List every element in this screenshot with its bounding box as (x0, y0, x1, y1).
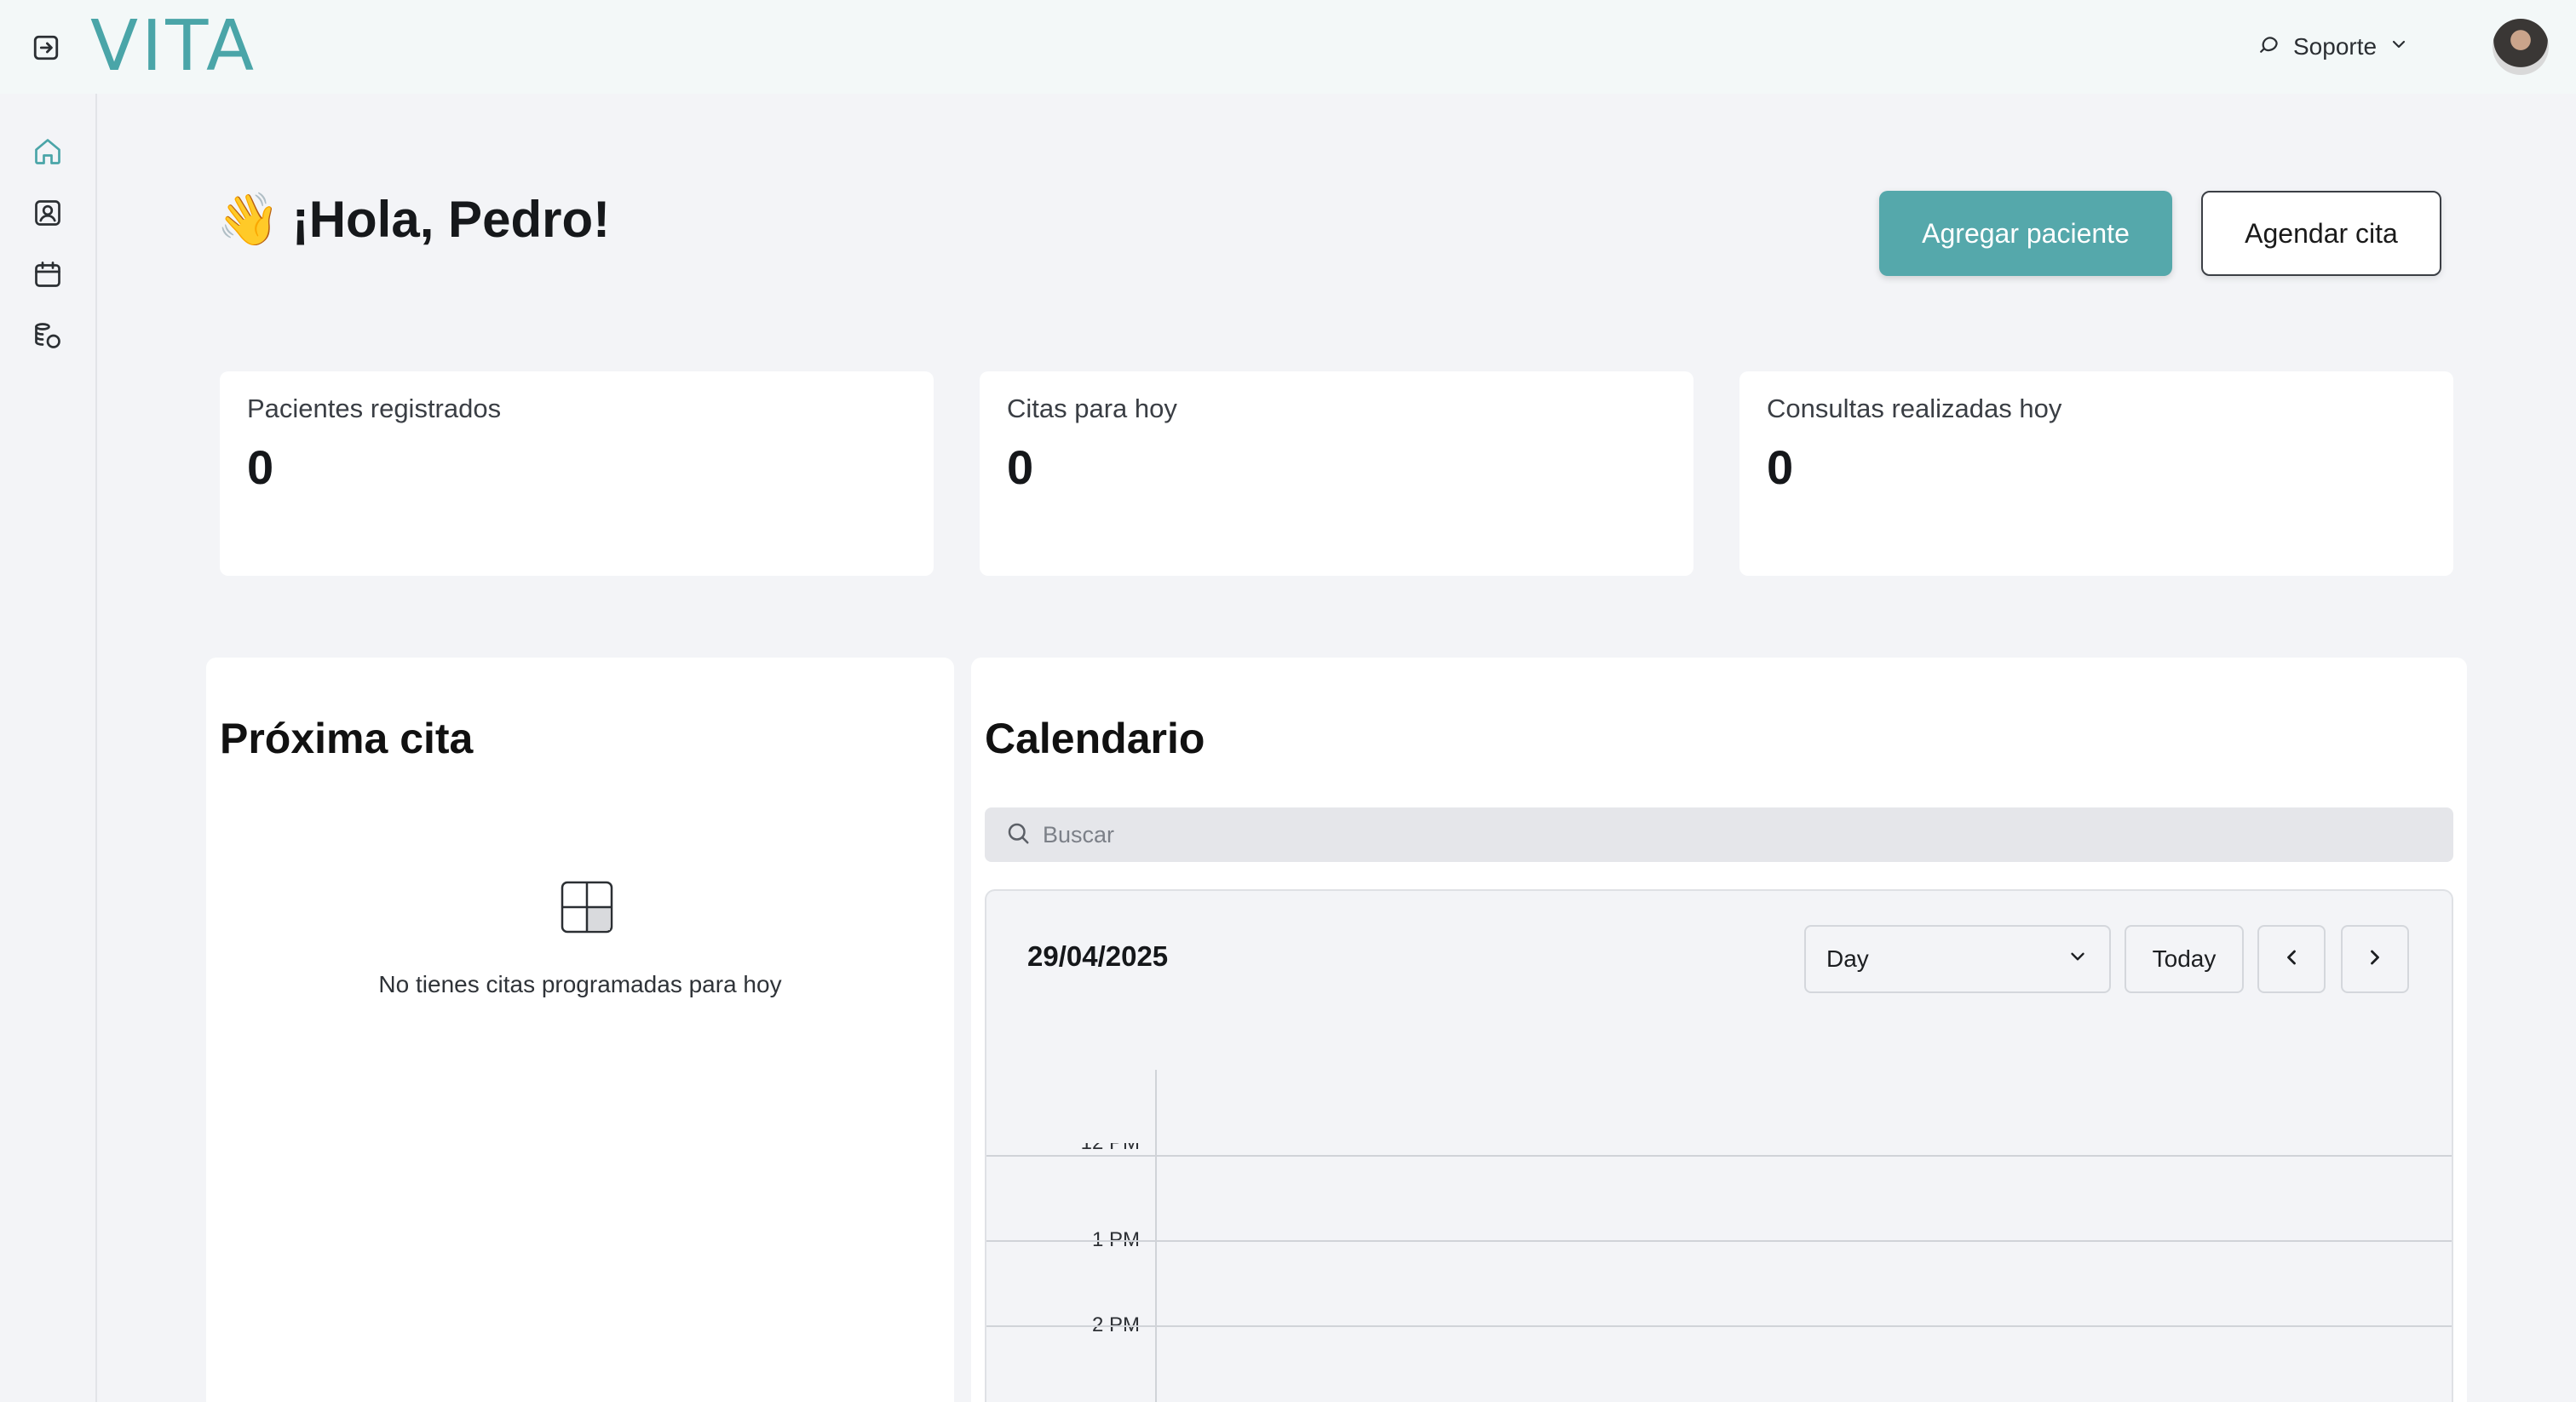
user-avatar[interactable] (2493, 19, 2549, 75)
next-appointment-title: Próxima cita (220, 715, 474, 762)
support-icon (2256, 32, 2281, 63)
sidebar-item-calendar[interactable] (26, 254, 70, 298)
chevron-down-icon (2067, 945, 2089, 974)
sidebar (0, 94, 97, 1402)
stat-label: Consultas realizadas hoy (1767, 394, 2062, 423)
search-icon (1005, 820, 1031, 850)
stat-card-consultations-today: Consultas realizadas hoy 0 (1739, 371, 2453, 576)
calendar-widget: 29/04/2025 Day Today 12 PM 1 PM 2 PM (985, 889, 2453, 1402)
calendar-search (985, 807, 2453, 862)
coins-icon (32, 320, 63, 355)
calendar-title: Calendario (985, 715, 1205, 762)
chevron-right-icon (2363, 945, 2387, 974)
calendar-current-date: 29/04/2025 (1027, 940, 1169, 972)
next-button[interactable] (2341, 925, 2409, 993)
add-patient-button[interactable]: Agregar paciente (1879, 191, 2172, 276)
expand-sidebar-icon[interactable] (31, 32, 61, 63)
calendar-icon (32, 259, 63, 294)
view-select-value: Day (1826, 945, 1869, 972)
sidebar-item-patients[interactable] (26, 192, 70, 237)
empty-grid-icon (561, 881, 613, 934)
stat-value: 0 (247, 440, 274, 494)
view-select[interactable]: Day (1804, 925, 2111, 993)
stat-label: Pacientes registrados (247, 394, 502, 423)
support-label: Soporte (2293, 33, 2378, 60)
calendar-panel: Calendario 29/04/2025 Day Today 12 PM (971, 658, 2467, 1402)
greeting-text: ¡Hola, Pedro! (291, 191, 611, 248)
contact-card-icon (32, 198, 63, 233)
app-logo[interactable]: VITA (90, 9, 257, 85)
home-icon (32, 136, 63, 171)
hour-line (986, 1240, 2452, 1242)
empty-state-text: No tienes citas programadas para hoy (378, 971, 782, 997)
chevron-left-icon (2280, 945, 2303, 974)
stat-card-registered-patients: Pacientes registrados 0 (220, 371, 934, 576)
stat-value: 0 (1007, 440, 1034, 494)
schedule-appointment-button[interactable]: Agendar cita (2201, 191, 2441, 276)
stat-label: Citas para hoy (1007, 394, 1177, 423)
time-grid-divider (1155, 1070, 1157, 1402)
sidebar-item-billing[interactable] (26, 315, 70, 359)
top-bar: VITA Soporte (0, 0, 2576, 94)
greeting-heading: 👋 ¡Hola, Pedro! (216, 189, 610, 250)
search-input[interactable] (1043, 821, 2406, 848)
next-appointment-panel: Próxima cita No tienes citas programadas… (206, 658, 954, 1402)
chevron-down-icon (2389, 33, 2409, 60)
previous-button[interactable] (2257, 925, 2326, 993)
today-button[interactable]: Today (2125, 925, 2244, 993)
hour-line (986, 1325, 2452, 1327)
stat-value: 0 (1767, 440, 1794, 494)
hour-line (986, 1155, 2452, 1157)
support-dropdown[interactable]: Soporte (2256, 26, 2409, 68)
waving-hand-icon: 👋 (216, 191, 280, 248)
sidebar-item-home[interactable] (26, 131, 70, 175)
stat-card-appointments-today: Citas para hoy 0 (980, 371, 1693, 576)
